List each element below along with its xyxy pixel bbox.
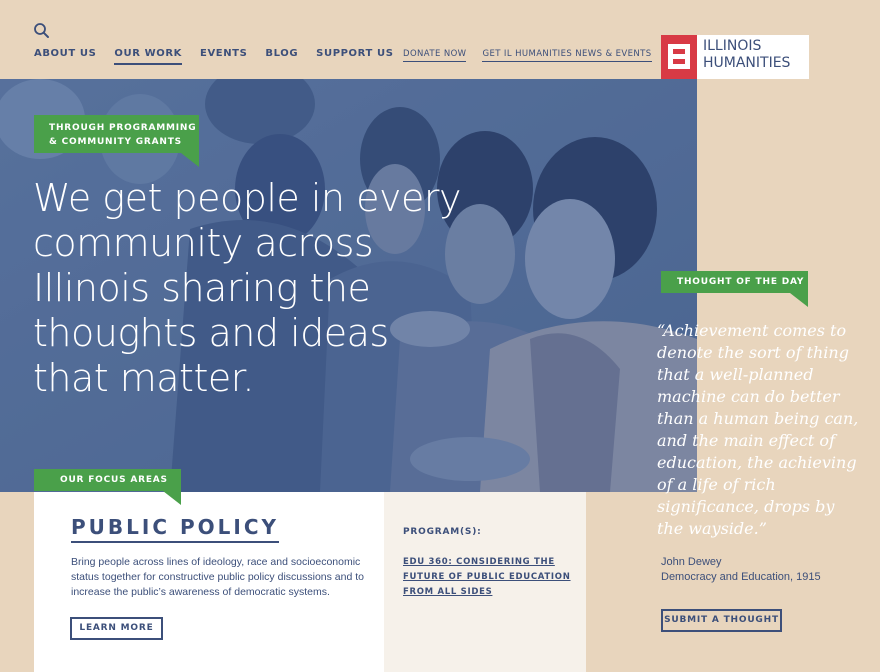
nav-events[interactable]: EVENTS [200,48,247,65]
nav-blog[interactable]: BLOG [265,48,298,65]
daily-quote: “Achievement comes to denote the sort of… [657,321,859,538]
focus-area-title[interactable]: PUBLIC POLICY [71,515,279,543]
nav-our-work[interactable]: OUR WORK [114,48,183,65]
quote-source: Democracy and Education, 1915 [661,571,821,583]
logo-line-1: ILLINOIS [703,38,762,54]
utility-nav: DONATE NOW GET IL HUMANITIES NEWS & EVEN… [403,49,652,62]
focus-areas-tag: OUR FOCUS AREAS [34,469,181,505]
programming-tag-line-1: THROUGH PROGRAMMING [49,123,197,133]
focus-area-description: Bring people across lines of ideology, r… [71,556,364,598]
nav-support-us[interactable]: SUPPORT US [316,48,393,65]
donate-link[interactable]: DONATE NOW [403,49,467,62]
logo-line-2: HUMANITIES [703,55,791,71]
program-link-edu360[interactable]: EDU 360: CONSIDERING THE FUTURE OF PUBLI… [403,555,573,600]
programs-heading: PROGRAM(S): [403,527,482,537]
logo-mark [661,35,697,93]
submit-thought-button[interactable]: SUBMIT A THOUGHT [661,609,782,632]
nav-about-us[interactable]: ABOUT US [34,48,96,65]
search-icon[interactable] [33,22,51,40]
main-nav: ABOUT US OUR WORK EVENTS BLOG SUPPORT US [34,48,412,65]
hero-headline: We get people in every community across … [33,176,461,400]
quote-author: John Dewey [661,556,722,568]
logo-text: ILLINOIS HUMANITIES [697,35,809,79]
thought-of-the-day-tag: THOUGHT OF THE DAY [661,271,808,307]
learn-more-button[interactable]: LEARN MORE [70,617,163,640]
programming-tag: THROUGH PROGRAMMING & COMMUNITY GRANTS [34,115,199,167]
newsletter-link[interactable]: GET IL HUMANITIES NEWS & EVENTS [482,49,652,62]
programming-tag-line-2: & COMMUNITY GRANTS [49,137,182,147]
